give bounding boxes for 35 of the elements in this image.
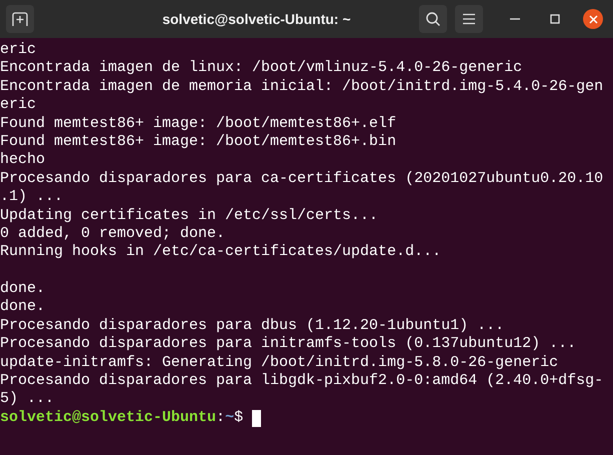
new-tab-icon <box>12 11 28 27</box>
menu-icon <box>462 13 476 25</box>
prompt-user-host: solvetic@solvetic-Ubuntu <box>0 408 216 428</box>
minimize-icon <box>510 18 520 20</box>
prompt-symbol: $ <box>234 408 244 428</box>
new-tab-button[interactable] <box>6 5 34 33</box>
text-cursor <box>252 410 262 426</box>
window-title: solvetic@solvetic-Ubuntu: ~ <box>162 10 351 28</box>
terminal-output-line: 5) ... <box>0 390 56 409</box>
terminal-output-line: eric <box>0 41 38 60</box>
search-icon <box>425 11 441 27</box>
terminal-output-line: Procesando disparadores para dbus (1.12.20-1ubuntu1) ... <box>0 316 506 336</box>
terminal-output-line: eric <box>0 96 38 115</box>
terminal-output-line: hecho <box>0 151 46 170</box>
terminal-output-line: done. <box>0 280 46 298</box>
terminal-output-line: 0 added, 0 removed; done. <box>0 224 226 244</box>
terminal-output-line: Procesando disparadores para libgdk-pixbuf2.0-0:amd64 (2.40.0+dfsg- <box>0 372 604 390</box>
maximize-icon <box>550 14 560 24</box>
terminal-output-line: Updating certificates in /etc/ssl/certs... <box>0 206 380 225</box>
close-icon <box>588 14 598 24</box>
terminal-output-line: Encontrada imagen de linux: /boot/vmlinuz-5.4.0-26-generic <box>0 59 524 78</box>
terminal-output-line: Found memtest86+ image: /boot/memtest86+.elf <box>0 114 398 133</box>
terminal-output-line: .1) ... <box>0 188 64 207</box>
terminal-output-line: Procesando disparadores para ca-certificates (20201027ubuntu0.20.10 <box>0 170 604 188</box>
close-button[interactable] <box>583 9 603 29</box>
terminal-output-line: Running hooks in /etc/ca-certificates/update.d... <box>0 243 442 262</box>
prompt-separator: : <box>216 408 226 428</box>
terminal-output-line: Procesando disparadores para initramfs-tools (0.137ubuntu12) ... <box>0 335 578 354</box>
terminal-output-line: Encontrada imagen de memoria inicial: /boot/initrd.img-5.4.0-26-gen <box>0 78 604 96</box>
terminal-output-line: done. <box>0 298 46 317</box>
menu-button[interactable] <box>455 5 483 33</box>
terminal-output-line: update-initramfs: Generating /boot/initrd.img-5.8.0-26-generic <box>0 354 560 372</box>
prompt-path: ~ <box>225 408 234 428</box>
terminal-output-line: Found memtest86+ image: /boot/memtest86+.bin <box>0 132 398 152</box>
search-button[interactable] <box>419 5 447 33</box>
